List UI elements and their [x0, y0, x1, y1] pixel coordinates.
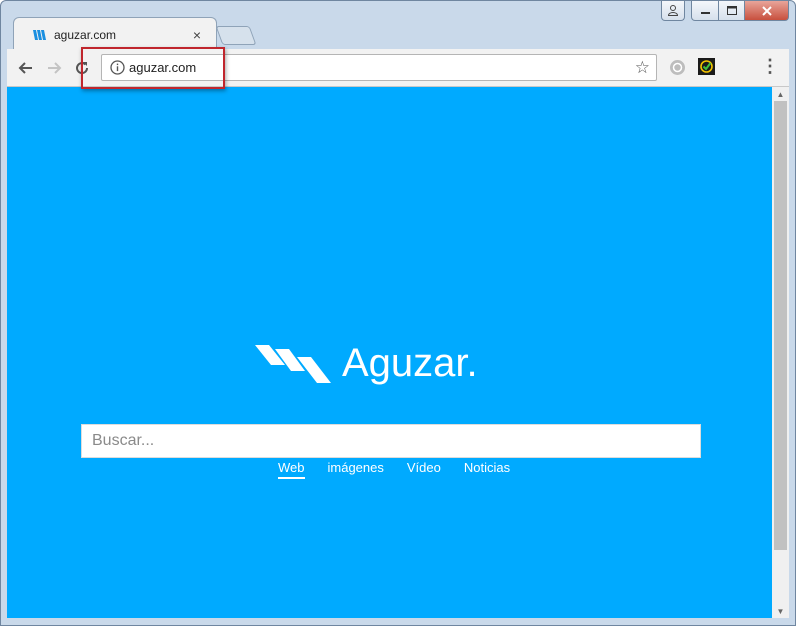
maximize-icon[interactable]: [719, 1, 745, 21]
tab-content: aguzar.com ×: [32, 27, 206, 45]
close-icon[interactable]: [745, 1, 789, 21]
minimize-icon[interactable]: [691, 1, 719, 21]
logo-text: Aguzar.: [342, 341, 478, 385]
tab-aguzar[interactable]: aguzar.com ×: [13, 17, 217, 50]
user-icon[interactable]: [661, 1, 685, 21]
aguzar-favicon-icon: [33, 30, 46, 40]
scroll-down-arrow-icon[interactable]: ▼: [772, 604, 789, 618]
extension-shield-icon[interactable]: [669, 59, 686, 76]
window-controls: [661, 1, 789, 23]
kebab-menu-icon[interactable]: ⋮: [761, 56, 779, 77]
tab-title: aguzar.com: [54, 28, 117, 42]
window-bottom-border: [7, 618, 789, 624]
scroll-up-arrow-icon[interactable]: ▲: [772, 87, 789, 101]
tab-video[interactable]: Vídeo: [407, 460, 441, 479]
tab-close-icon[interactable]: ×: [190, 27, 204, 43]
tab-news[interactable]: Noticias: [464, 460, 510, 479]
address-bar-highlight-box: [81, 47, 225, 89]
tab-images[interactable]: imágenes: [328, 460, 384, 479]
browser-window: aguzar.com × aguzar.com ☆ ⋮ Aguzar. Busc…: [0, 0, 796, 626]
back-arrow-icon[interactable]: [15, 57, 37, 79]
extension-check-icon[interactable]: [698, 58, 715, 75]
search-input[interactable]: [81, 424, 701, 458]
forward-arrow-icon[interactable]: [43, 57, 65, 79]
search-tabs: Web imágenes Vídeo Noticias: [278, 460, 533, 479]
vertical-scrollbar[interactable]: ▲ ▼: [772, 87, 789, 618]
tab-web[interactable]: Web: [278, 460, 305, 479]
scrollbar-thumb[interactable]: [774, 101, 787, 550]
tab-strip: aguzar.com ×: [1, 1, 795, 50]
page-viewport: Aguzar. Web imágenes Vídeo Noticias: [7, 87, 772, 618]
new-tab-button[interactable]: [215, 26, 257, 45]
star-icon[interactable]: ☆: [635, 58, 650, 78]
aguzar-logo-mark-icon: [255, 345, 331, 383]
